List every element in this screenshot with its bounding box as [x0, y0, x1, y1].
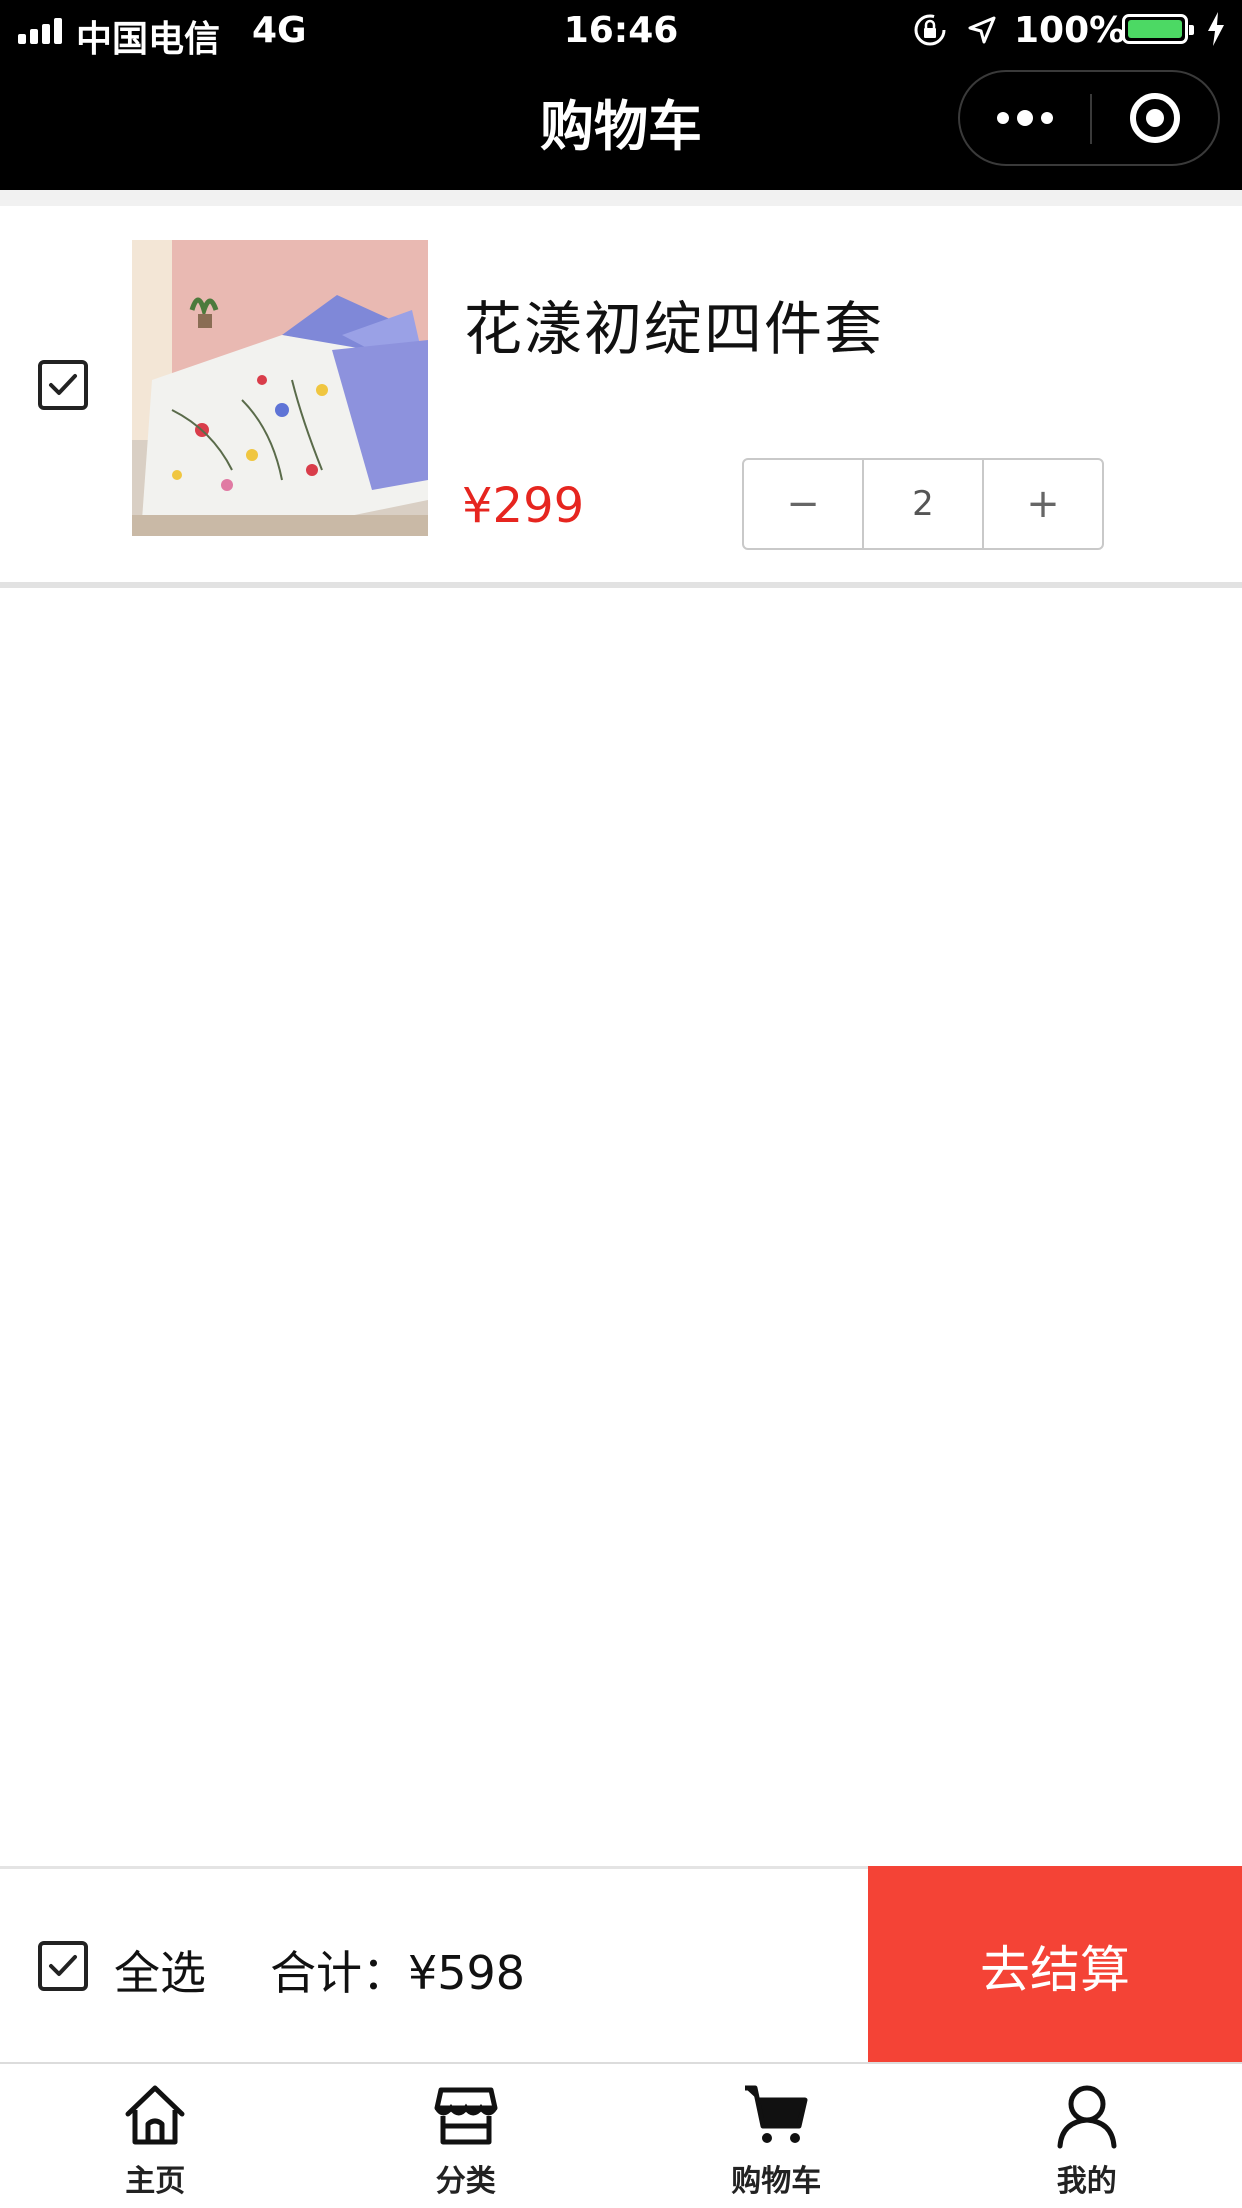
miniprogram-capsule	[958, 70, 1220, 166]
status-bar: 中国电信 4G 16:46 100%	[0, 0, 1242, 60]
quantity-stepper: − 2 +	[742, 458, 1104, 550]
select-all-checkbox[interactable]	[38, 1941, 88, 1991]
store-icon	[434, 2087, 498, 2145]
tab-cart[interactable]: 购物车	[621, 2064, 932, 2208]
product-image[interactable]	[132, 240, 428, 536]
location-arrow-icon	[968, 16, 996, 44]
tab-home[interactable]: 主页	[0, 2064, 311, 2208]
product-price: ¥299	[462, 478, 585, 534]
total-amount: 合计：¥598	[270, 1946, 526, 2000]
content-top-spacer	[0, 190, 1242, 206]
battery-percent: 100%	[1014, 10, 1126, 51]
cart-icon	[745, 2085, 808, 2143]
decrease-button[interactable]: −	[744, 460, 862, 548]
rotation-lock-icon	[914, 14, 946, 46]
home-icon	[125, 2085, 185, 2145]
tab-label: 分类	[435, 2164, 496, 2199]
checkout-bar: 全选 合计：¥598 去结算	[0, 1866, 1242, 2065]
checkmark-icon	[49, 374, 77, 395]
increase-button[interactable]: +	[984, 460, 1102, 548]
tab-profile[interactable]: 我的	[932, 2064, 1242, 2208]
charging-bolt-icon	[1208, 12, 1224, 46]
battery-icon	[1122, 14, 1194, 44]
tab-label: 主页	[125, 2164, 186, 2199]
quantity-input[interactable]: 2	[862, 460, 984, 548]
tab-bar: 主页 分类 购物车 我的	[0, 2062, 1242, 2208]
tab-label: 我的	[1056, 2164, 1117, 2199]
more-dots-icon[interactable]	[960, 72, 1090, 164]
checkmark-icon	[49, 1955, 77, 1976]
tab-category[interactable]: 分类	[311, 2064, 622, 2208]
top-bar: 中国电信 4G 16:46 100% 购物车	[0, 0, 1242, 190]
product-name[interactable]: 花漾初绽四件套	[464, 282, 884, 366]
cart-item: 花漾初绽四件套 ¥299 − 2 +	[0, 206, 1242, 588]
select-all-label[interactable]: 全选	[114, 1937, 206, 2003]
tab-label: 购物车	[731, 2164, 822, 2199]
target-close-icon[interactable]	[1092, 72, 1220, 164]
item-checkbox[interactable]	[38, 360, 88, 410]
checkout-button[interactable]: 去结算	[868, 1866, 1242, 2065]
user-icon	[1057, 2085, 1117, 2149]
